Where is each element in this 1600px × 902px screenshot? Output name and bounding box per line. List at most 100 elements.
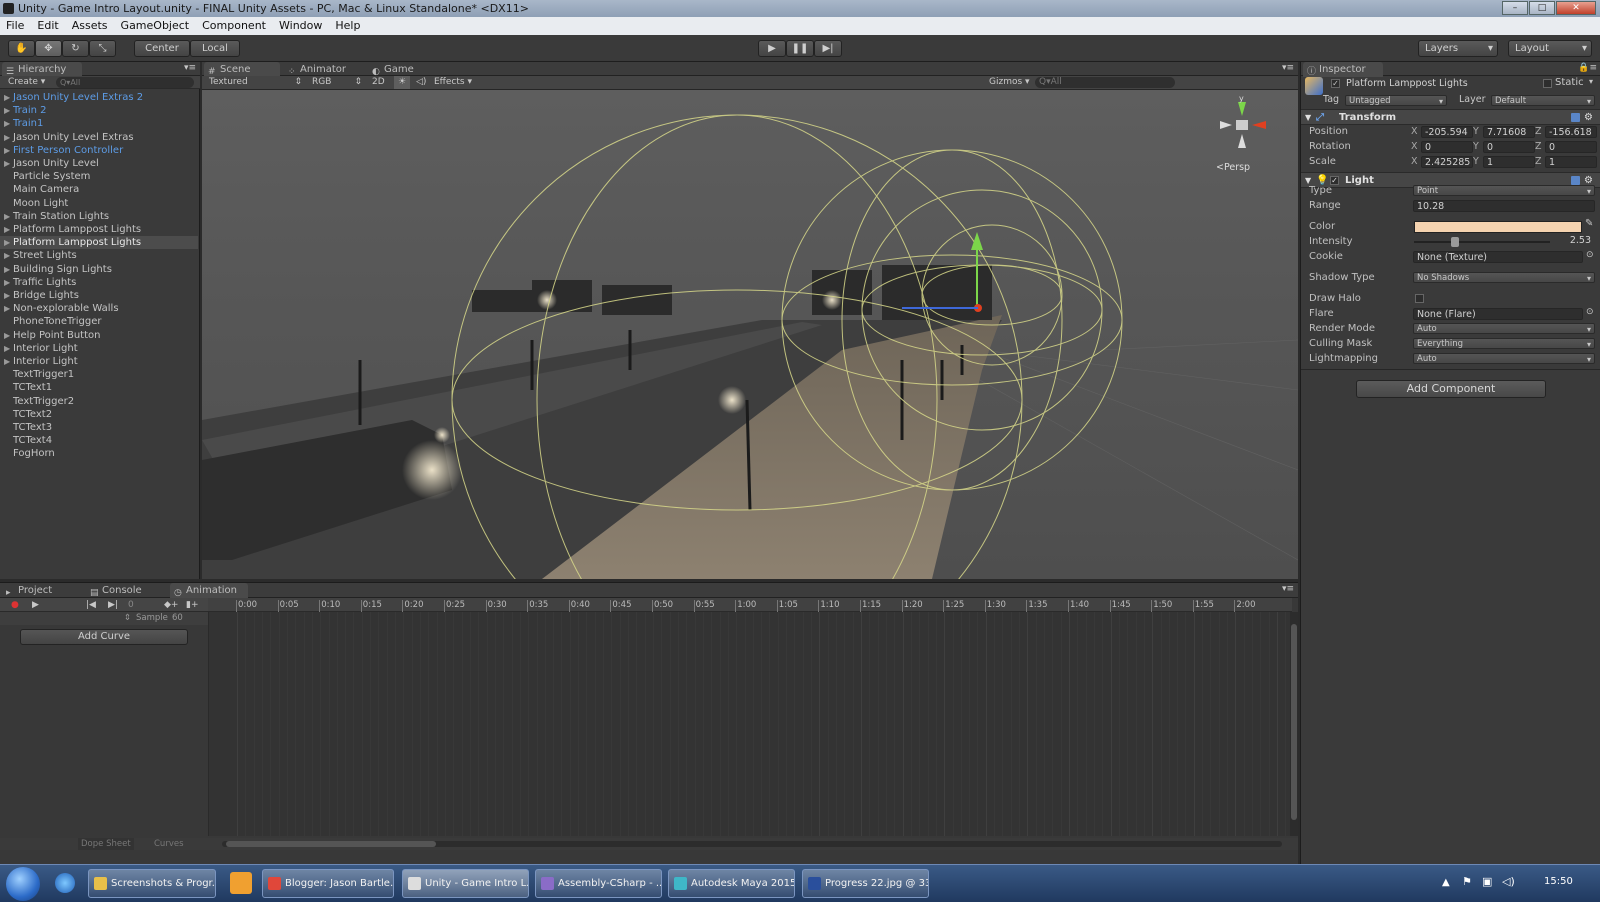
move-icon[interactable]: ✥: [35, 40, 62, 57]
hierarchy-search-input[interactable]: Q▾All: [56, 77, 194, 88]
record-icon[interactable]: ●: [11, 598, 19, 612]
hierarchy-item[interactable]: ▶ Help Point Button: [0, 329, 198, 342]
flag-icon[interactable]: ⚑: [1462, 875, 1472, 888]
rotation-x-field[interactable]: 0: [1421, 141, 1473, 153]
rotate-icon[interactable]: ↻: [62, 40, 89, 57]
intensity-field[interactable]: 2.53: [1555, 235, 1595, 247]
sample-field[interactable]: 60: [172, 612, 183, 625]
play-icon[interactable]: ▶: [32, 598, 39, 612]
intensity-slider-thumb[interactable]: [1450, 237, 1459, 247]
step-icon[interactable]: ▶|: [814, 40, 842, 57]
audio-icon[interactable]: ◁): [416, 76, 430, 89]
scene-search-input[interactable]: Q▾All: [1035, 77, 1175, 88]
light-type-dropdown[interactable]: Point: [1413, 185, 1595, 197]
layout-dropdown[interactable]: Layout ▾: [1508, 40, 1592, 57]
menu-help[interactable]: Help: [335, 17, 360, 35]
timeline-ruler[interactable]: 0:00 0:05 0:10 0:15 0:20 0:25 0:30 0:35 0:40 0:45…: [208, 598, 1292, 612]
expand-arrow-icon[interactable]: ▶: [4, 157, 10, 170]
transform-header[interactable]: ▼ ⤢ Transform ⚙: [1301, 109, 1600, 125]
hierarchy-item[interactable]: ▶ Train 2: [0, 104, 198, 117]
render-mode-dropdown[interactable]: RGB ⇕: [310, 76, 362, 89]
hierarchy-item[interactable]: Particle System: [0, 170, 198, 183]
help-icon[interactable]: [1571, 113, 1580, 122]
hierarchy-item[interactable]: TCText1: [0, 381, 198, 394]
hierarchy-item[interactable]: TCText3: [0, 421, 198, 434]
hierarchy-item[interactable]: ▶ First Person Controller: [0, 144, 198, 157]
object-name-field[interactable]: Platform Lamppost Lights: [1343, 78, 1533, 90]
hierarchy-item[interactable]: TextTrigger1: [0, 368, 198, 381]
panel-menu-icon[interactable]: ▾≡: [1282, 584, 1294, 594]
hierarchy-item[interactable]: Main Camera: [0, 183, 198, 196]
color-swatch[interactable]: [1414, 221, 1582, 233]
frame-field[interactable]: 0: [128, 598, 154, 612]
curves-tab[interactable]: Curves: [154, 838, 184, 850]
tag-dropdown[interactable]: Untagged: [1345, 95, 1447, 107]
taskbar-item[interactable]: Progress 22.jpg @ 33...: [802, 869, 929, 898]
rotation-y-field[interactable]: 0: [1483, 141, 1535, 153]
hierarchy-item[interactable]: TCText4: [0, 434, 198, 447]
foldout-icon[interactable]: ▼: [1305, 110, 1311, 125]
menu-gameobject[interactable]: GameObject: [121, 17, 190, 35]
hierarchy-item[interactable]: ▶ Jason Unity Level Extras: [0, 131, 198, 144]
expand-arrow-icon[interactable]: ▶: [4, 342, 10, 355]
lightmapping-dropdown[interactable]: Auto: [1413, 353, 1595, 365]
shadow-type-dropdown[interactable]: No Shadows: [1413, 272, 1595, 284]
cookie-field[interactable]: None (Texture): [1413, 251, 1583, 263]
expand-arrow-icon[interactable]: ▶: [4, 289, 10, 302]
tab-hierarchy[interactable]: ☰ Hierarchy: [2, 62, 82, 77]
gizmos-dropdown[interactable]: Gizmos ▾: [989, 76, 1033, 89]
expand-arrow-icon[interactable]: ▶: [4, 263, 10, 276]
tab-console[interactable]: ▤ Console: [86, 583, 166, 598]
hierarchy-item[interactable]: ▶ Bridge Lights: [0, 289, 198, 302]
layers-dropdown[interactable]: Layers ▾: [1418, 40, 1498, 57]
network-icon[interactable]: ▣: [1482, 875, 1492, 888]
panel-menu-icon[interactable]: ▾≡: [1282, 63, 1294, 73]
panel-menu-icon[interactable]: ▾≡: [184, 63, 196, 73]
hierarchy-item[interactable]: ▶ Non-explorable Walls: [0, 302, 198, 315]
shading-dropdown[interactable]: Textured ⇕: [206, 76, 302, 89]
minimize-icon[interactable]: –: [1502, 1, 1528, 15]
hierarchy-item[interactable]: TextTrigger2: [0, 395, 198, 408]
next-key-icon[interactable]: ▶|: [108, 598, 118, 612]
menu-file[interactable]: File: [6, 17, 24, 35]
volume-icon[interactable]: ◁): [1502, 875, 1515, 888]
hierarchy-item[interactable]: ▶ Building Sign Lights: [0, 263, 198, 276]
pivot-local-button[interactable]: Local: [190, 40, 240, 57]
menu-edit[interactable]: Edit: [37, 17, 58, 35]
show-hidden-icons[interactable]: ▲: [1442, 877, 1450, 888]
sample-stepper-icon[interactable]: ⇕: [124, 612, 131, 625]
add-component-button[interactable]: Add Component: [1356, 380, 1546, 398]
media-player-icon[interactable]: [230, 872, 252, 894]
taskbar-item[interactable]: Unity - Game Intro L...: [402, 869, 529, 898]
object-picker-icon[interactable]: ⊙: [1586, 307, 1594, 317]
expand-arrow-icon[interactable]: ▶: [4, 329, 10, 342]
hand-icon[interactable]: ✋: [8, 40, 35, 57]
tab-inspector[interactable]: ⓘ Inspector: [1303, 62, 1383, 77]
hierarchy-item[interactable]: ▶ Street Lights: [0, 249, 198, 262]
hierarchy-item[interactable]: ▶ Interior Light: [0, 355, 198, 368]
expand-arrow-icon[interactable]: ▶: [4, 131, 10, 144]
maximize-icon[interactable]: □: [1529, 1, 1555, 15]
scene-viewport[interactable]: y <Persp: [202, 90, 1298, 579]
tab-scene[interactable]: # Scene: [204, 62, 280, 77]
position-z-field[interactable]: -156.618: [1545, 126, 1597, 138]
prev-key-icon[interactable]: |◀: [86, 598, 96, 612]
hierarchy-item[interactable]: ▶ Platform Lamppost Lights: [0, 236, 198, 250]
expand-arrow-icon[interactable]: ▶: [4, 210, 10, 223]
rotation-z-field[interactable]: 0: [1545, 141, 1597, 153]
tab-game[interactable]: ◐ Game: [368, 62, 428, 77]
position-y-field[interactable]: 7.71608: [1483, 126, 1535, 138]
expand-arrow-icon[interactable]: ▶: [4, 104, 10, 117]
hierarchy-item[interactable]: ▶ Train Station Lights: [0, 210, 198, 223]
scrollbar-thumb[interactable]: [1291, 624, 1297, 820]
expand-arrow-icon[interactable]: ▶: [4, 302, 10, 315]
lighting-icon[interactable]: ☀: [394, 76, 410, 89]
flare-field[interactable]: None (Flare): [1413, 308, 1583, 320]
add-curve-button[interactable]: Add Curve: [20, 629, 188, 645]
expand-arrow-icon[interactable]: ▶: [4, 144, 10, 157]
position-x-field[interactable]: -205.594: [1421, 126, 1473, 138]
layer-dropdown[interactable]: Default: [1491, 95, 1595, 107]
play-icon[interactable]: ▶: [758, 40, 786, 57]
gear-icon[interactable]: ⚙: [1584, 110, 1593, 125]
hierarchy-item[interactable]: ▶ Jason Unity Level Extras 2: [0, 91, 198, 104]
